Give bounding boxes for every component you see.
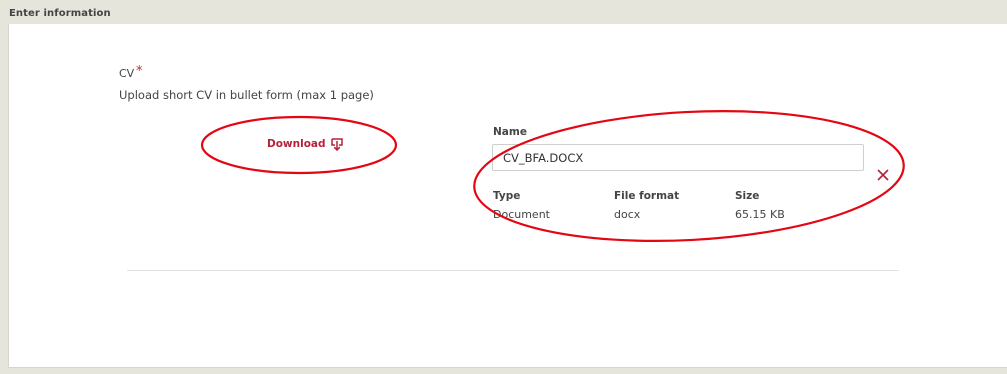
file-name-input[interactable] [492, 144, 864, 171]
required-marker: * [136, 64, 143, 79]
type-label: Type [493, 190, 521, 202]
divider [127, 270, 899, 271]
field-help-text: Upload short CV in bullet form (max 1 pa… [119, 88, 374, 102]
size-value: 65.15 KB [735, 208, 785, 221]
name-label: Name [493, 126, 527, 138]
section-title: Enter information [9, 8, 111, 19]
file-format-value: docx [614, 208, 641, 221]
type-value: Document [493, 208, 550, 221]
download-label: Download [267, 138, 326, 150]
close-icon[interactable] [876, 168, 890, 182]
size-label: Size [735, 190, 760, 202]
download-button[interactable]: Download [267, 134, 343, 154]
file-format-label: File format [614, 190, 680, 202]
download-icon [330, 137, 343, 151]
field-label: CV [119, 67, 135, 80]
section-header: Enter information [0, 0, 1007, 24]
upload-panel: CV * Upload short CV in bullet form (max… [8, 24, 1007, 368]
